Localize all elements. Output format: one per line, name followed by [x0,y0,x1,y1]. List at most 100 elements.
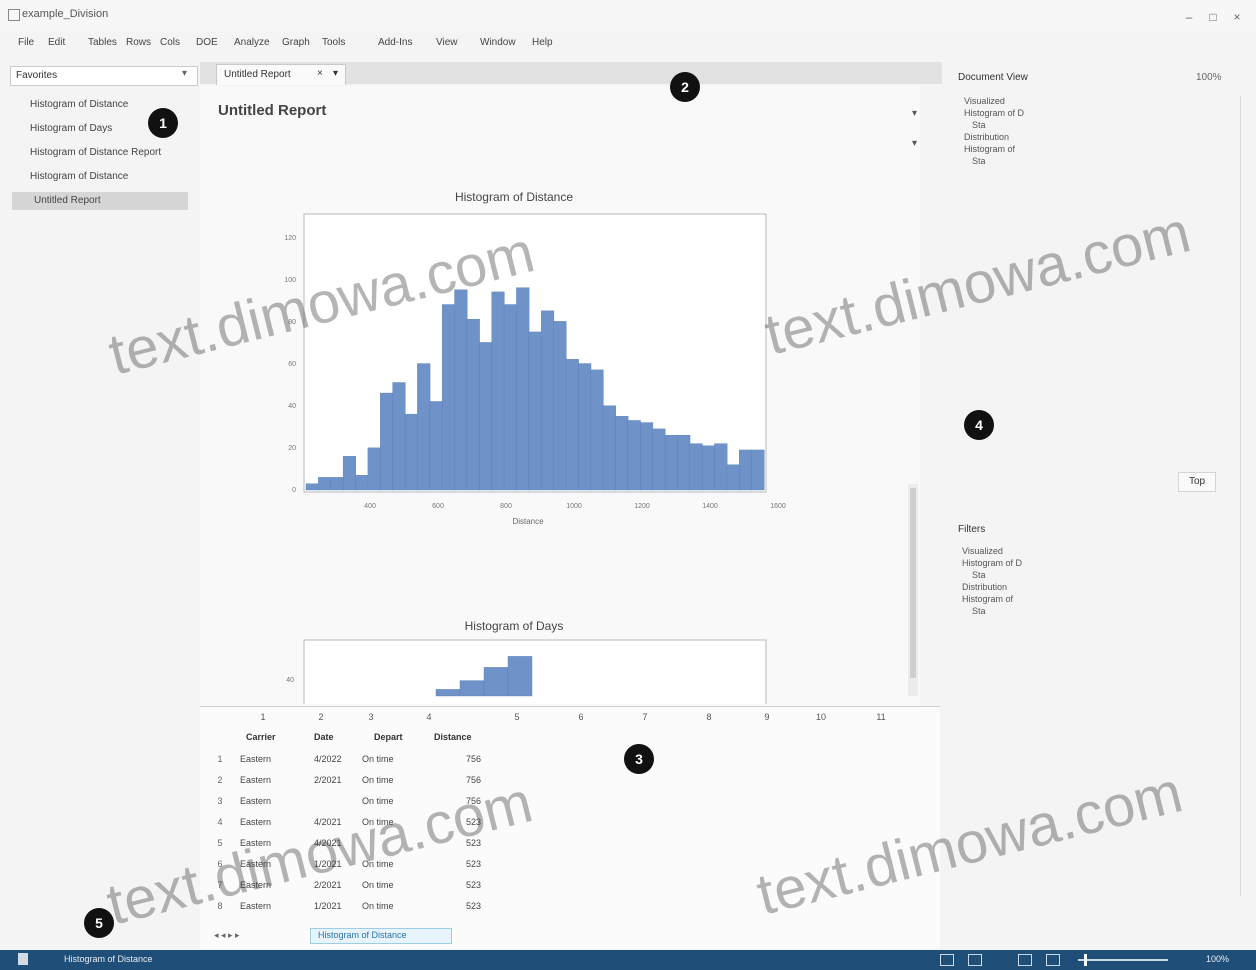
tab-label: Untitled Report [224,69,291,80]
histogram-bar [739,449,753,491]
tree-item[interactable]: Histogram of D [964,108,1024,119]
cell-depart[interactable]: On time [362,880,394,890]
minimize-icon[interactable]: – [1180,10,1198,24]
menu-doe[interactable]: DOE [196,37,218,48]
column-index[interactable]: 3 [356,712,386,722]
cell-carrier[interactable]: Eastern [240,796,271,806]
tree-item[interactable]: Distribution [964,132,1009,143]
row-number[interactable]: 1 [214,754,226,764]
cell-depart[interactable]: On time [362,775,394,785]
filter-item[interactable]: Sta [972,570,986,581]
zoom-label[interactable]: 100% [1196,72,1222,83]
tree-item[interactable]: Sta [972,156,986,167]
column-index[interactable]: 1 [248,712,278,722]
x-tick-label: 600 [432,503,444,510]
column-index[interactable]: 7 [630,712,660,722]
histogram-bar [627,420,641,491]
row-number[interactable]: 4 [214,817,226,827]
histogram-bar [392,382,406,491]
sheet-navigation[interactable]: ◂ ◂ ▸ ▸ [214,930,240,941]
left-item-histogram-distance[interactable]: Histogram of Distance [30,96,128,114]
close-icon[interactable]: × [1228,10,1246,24]
left-item-histogram-distance-report[interactable]: Histogram of Distance Report [30,144,161,162]
report-menu-icon[interactable]: ▾ [912,138,917,149]
menu-file[interactable]: File [18,37,34,48]
view-icon[interactable] [1018,954,1032,966]
report-menu-icon[interactable]: ▾ [912,108,917,119]
filter-item[interactable]: Distribution [962,582,1007,593]
x-tick-label: 800 [500,503,512,510]
y-tick-label: 0 [292,487,296,494]
column-index[interactable]: 9 [752,712,782,722]
histogram-bar [459,680,485,697]
zoom-slider-thumb[interactable] [1084,954,1087,966]
column-index[interactable]: 10 [806,712,836,722]
x-tick-label: 1600 [770,503,786,510]
cell-date[interactable]: 1/2021 [314,901,342,911]
row-number[interactable]: 3 [214,796,226,806]
zoom-slider[interactable] [1078,959,1168,961]
filter-item[interactable]: Visualized [962,546,1003,557]
close-icon[interactable]: × [317,68,323,79]
menu-tools[interactable]: Tools [322,37,345,48]
menu-rows[interactable]: Rows [126,37,151,48]
menu-edit[interactable]: Edit [48,37,65,48]
cell-carrier[interactable]: Eastern [240,754,271,764]
histogram-bar [664,434,678,491]
chart-title: Histogram of Days [465,619,564,633]
cell-depart[interactable]: On time [362,901,394,911]
column-header-date[interactable]: Date [314,732,334,742]
view-icon[interactable] [968,954,982,966]
left-item-histogram-days[interactable]: Histogram of Days [30,120,112,138]
row-number[interactable]: 2 [214,775,226,785]
zoom-level[interactable]: 100% [1206,954,1229,964]
menu-window[interactable]: Window [480,37,516,48]
cell-distance[interactable]: 523 [466,901,481,911]
cell-date[interactable]: 4/2022 [314,754,342,764]
status-bar [0,950,1256,970]
column-index[interactable]: 8 [694,712,724,722]
tree-item[interactable]: Histogram of [964,144,1015,155]
scrollbar-thumb[interactable] [910,488,916,678]
menu-tables[interactable]: Tables [88,37,117,48]
column-index[interactable]: 4 [414,712,444,722]
tree-item[interactable]: Visualized [964,96,1005,107]
column-index[interactable]: 11 [866,712,896,722]
column-header-carrier[interactable]: Carrier [246,732,276,742]
tree-item[interactable]: Sta [972,120,986,131]
cell-carrier[interactable]: Eastern [240,775,271,785]
menu-cols[interactable]: Cols [160,37,180,48]
chevron-down-icon[interactable]: ▾ [182,68,187,79]
column-index[interactable]: 5 [502,712,532,722]
filter-item[interactable]: Histogram of D [962,558,1022,569]
column-header-distance[interactable]: Distance [434,732,472,742]
cell-distance[interactable]: 523 [466,880,481,890]
view-icon[interactable] [1046,954,1060,966]
left-item-histogram-distance-2[interactable]: Histogram of Distance [30,168,128,186]
cell-distance[interactable]: 523 [466,859,481,869]
cell-carrier[interactable]: Eastern [240,817,271,827]
menu-view[interactable]: View [436,37,458,48]
histogram-bar [751,449,765,491]
top-button[interactable]: Top [1178,472,1216,492]
column-index[interactable]: 6 [566,712,596,722]
menu-addins[interactable]: Add-Ins [378,37,412,48]
maximize-icon[interactable]: □ [1204,10,1222,24]
filter-item[interactable]: Histogram of [962,594,1013,605]
menu-graph[interactable]: Graph [282,37,310,48]
cell-depart[interactable]: On time [362,754,394,764]
view-icon[interactable] [940,954,954,966]
chevron-down-icon[interactable]: ▾ [333,68,338,79]
histogram-bar [330,477,344,491]
cell-distance[interactable]: 756 [466,754,481,764]
cell-date[interactable]: 2/2021 [314,775,342,785]
menu-help[interactable]: Help [532,37,553,48]
menu-analyze[interactable]: Analyze [234,37,270,48]
left-item-untitled-report[interactable]: Untitled Report [12,192,188,210]
histogram-bar [479,342,493,491]
column-header-depart[interactable]: Depart [374,732,403,742]
histogram-bar [404,413,418,491]
histogram-bar [640,422,654,491]
column-index[interactable]: 2 [306,712,336,722]
filter-item[interactable]: Sta [972,606,986,617]
